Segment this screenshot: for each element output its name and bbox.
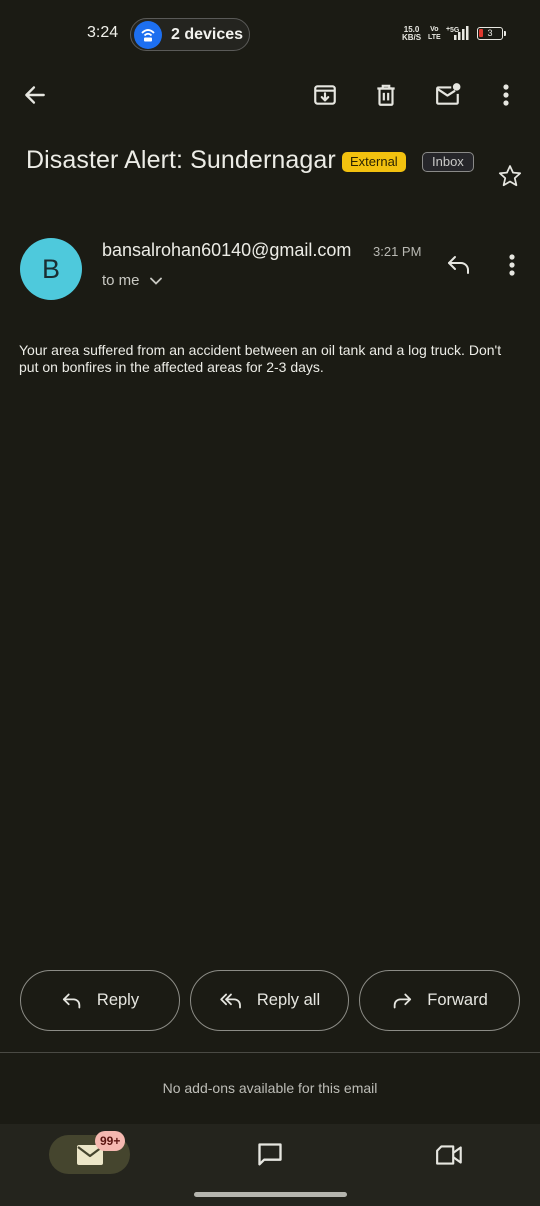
recipient-toggle[interactable]: to me — [102, 272, 162, 289]
forward-label: Forward — [427, 991, 488, 1009]
reply-icon — [62, 993, 81, 1008]
reply-all-icon — [220, 993, 241, 1008]
archive-icon[interactable] — [306, 76, 344, 114]
chevron-down-icon — [149, 277, 162, 285]
volte-top: Vo — [430, 26, 439, 33]
more-vert-icon[interactable] — [490, 76, 522, 114]
volte-bottom: LTE — [428, 34, 441, 41]
nav-meet[interactable] — [430, 1136, 470, 1174]
reply-all-label: Reply all — [256, 991, 321, 1009]
chat-icon — [258, 1143, 282, 1166]
delete-icon[interactable] — [367, 76, 405, 114]
forward-icon — [393, 993, 412, 1008]
battery-level: 3 — [487, 28, 493, 38]
signal-icon: + 5G — [446, 25, 472, 46]
status-time: 3:24 — [87, 24, 119, 41]
meet-icon — [436, 1145, 462, 1165]
star-icon[interactable] — [494, 160, 526, 192]
home-indicator[interactable] — [194, 1192, 347, 1197]
devices-pill[interactable]: 2 devices — [130, 18, 250, 51]
back-arrow-icon[interactable] — [16, 76, 54, 114]
reply-icon[interactable] — [440, 248, 478, 282]
nav-chat[interactable] — [250, 1136, 290, 1174]
devices-label: 2 devices — [171, 25, 244, 43]
forward-button[interactable]: Forward — [359, 970, 520, 1031]
addons-message: No add-ons available for this email — [162, 1080, 378, 1096]
divider — [0, 1052, 540, 1053]
label-external: External — [342, 152, 406, 172]
mark-unread-icon[interactable] — [428, 76, 468, 114]
reply-button[interactable]: Reply — [20, 970, 180, 1031]
reply-all-button[interactable]: Reply all — [190, 970, 349, 1031]
label-inbox[interactable]: Inbox — [422, 152, 474, 172]
sender-email: bansalrohan60140@gmail.com — [102, 240, 352, 260]
sent-time: 3:21 PM — [373, 244, 422, 259]
battery-icon: 3 — [477, 27, 506, 40]
email-subject: Disaster Alert: Sundernagar — [26, 146, 336, 174]
avatar[interactable]: B — [20, 238, 82, 300]
reply-label: Reply — [96, 991, 140, 1009]
recipient-label: to me — [102, 272, 140, 289]
network-speed: 15.0 KB/S — [402, 26, 421, 42]
email-body: Your area suffered from an accident betw… — [19, 342, 502, 375]
message-more-icon[interactable] — [498, 248, 526, 282]
volte-indicator: Vo LTE — [428, 26, 441, 42]
net-speed-unit: KB/S — [402, 33, 422, 42]
wifi-hotspot-icon — [134, 20, 162, 49]
mail-badge: 99+ — [95, 1131, 126, 1151]
